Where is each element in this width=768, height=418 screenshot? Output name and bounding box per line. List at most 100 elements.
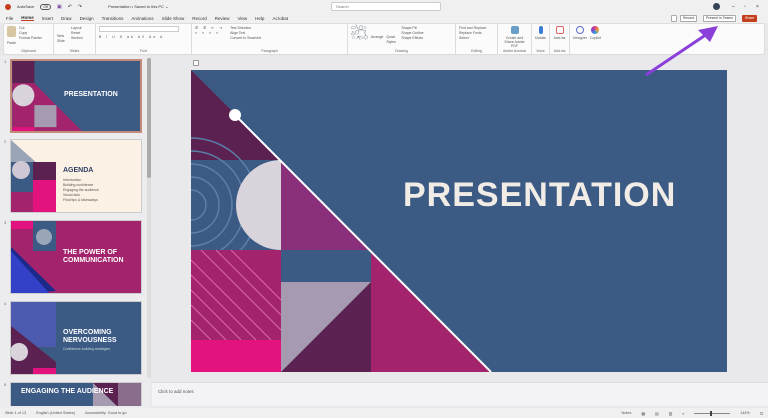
slide-thumb-art — [11, 302, 56, 374]
new-slide-button[interactable]: New Slide — [57, 26, 69, 44]
tab-draw[interactable]: Draw — [61, 16, 72, 21]
annotation-arrow-icon — [645, 26, 718, 77]
autosave-label: AutoSave — [17, 4, 35, 9]
paragraph-group: ☰ ☰ ⇤ ⇥ ≡ ≡ ≡ ≡ Text Direction Align Text C… — [192, 24, 348, 54]
acrobat-label: Adobe Acrobat — [503, 49, 526, 53]
font-label: Font — [139, 49, 147, 53]
slide-number: 4 — [4, 301, 7, 306]
designer-group: Designer Copilot — [570, 24, 606, 54]
slide-sorter-icon[interactable]: ▤ — [655, 411, 659, 416]
slides-group: New Slide Layout Reset Section Slides — [54, 24, 96, 54]
font-name-select[interactable] — [99, 26, 179, 32]
designer-icon — [576, 26, 584, 34]
slideshow-icon[interactable]: ▿ — [682, 411, 684, 416]
add-ins-button[interactable]: Add-ins — [553, 36, 566, 41]
adobe-pdf-icon — [510, 26, 519, 34]
drawing-label: Drawing — [395, 49, 408, 53]
tab-transitions[interactable]: Transitions — [102, 16, 124, 21]
paragraph-label: Paragraph — [261, 49, 278, 53]
slide-title[interactable]: PRESENTATION — [403, 176, 676, 215]
thumb-title: AGENDA — [63, 167, 94, 174]
slide-counter: Slide 1 of 13 — [5, 411, 27, 415]
tab-insert[interactable]: Insert — [42, 16, 53, 21]
thumb-title: THE POWER OF COMMUNICATION — [63, 249, 124, 264]
tab-home[interactable]: Home — [21, 15, 34, 21]
convert-smartart-button[interactable]: Convert to SmartArt — [230, 36, 261, 41]
drawing-group: ▭╲▢○ △⬠⌒{☆↗▷⬡ Arrange Quick Styles Shape … — [348, 24, 456, 54]
main-slide[interactable]: PRESENTATION — [123, 70, 727, 373]
zoom-slider[interactable] — [694, 410, 731, 416]
select-button[interactable]: Select — [459, 36, 494, 41]
voice-label: Voice — [536, 49, 545, 53]
tab-view[interactable]: View — [237, 16, 247, 21]
tab-design[interactable]: Design — [80, 16, 94, 21]
copilot-button[interactable]: Copilot — [590, 36, 601, 41]
thumb-subtitle: Confidence-building strategies — [63, 347, 111, 351]
share-button[interactable]: Share — [742, 15, 758, 22]
fit-to-window-icon[interactable]: ⊡ — [760, 411, 763, 416]
arrange-button[interactable]: Arrange — [371, 26, 383, 45]
font-format-buttons[interactable]: B I U S ab AV Aa A — [99, 35, 188, 40]
tab-record[interactable]: Record — [192, 16, 207, 21]
dictate-button[interactable]: Dictate — [535, 36, 546, 41]
create-share-pdf-button[interactable]: Create and Share Adobe PDF — [501, 36, 528, 48]
quick-styles-button[interactable]: Quick Styles — [386, 26, 398, 45]
editing-label: Editing — [471, 49, 482, 53]
designer-button[interactable]: Designer — [573, 36, 587, 41]
section-button[interactable]: Section — [71, 36, 83, 41]
slide-number: 1 — [4, 59, 7, 64]
notes-toggle-button[interactable]: Notes — [621, 411, 631, 415]
restore-icon[interactable]: ▫ — [744, 4, 746, 10]
shapes-gallery[interactable]: ▭╲▢○ △⬠⌒{☆↗▷⬡ — [351, 26, 368, 45]
tab-help[interactable]: Help — [255, 16, 264, 21]
tab-slide-show[interactable]: Slide Show — [162, 16, 185, 21]
language-indicator[interactable]: English (United States) — [36, 411, 75, 415]
save-icon[interactable]: ▣ — [57, 4, 62, 10]
avatar[interactable] — [713, 3, 720, 10]
agenda-item: Final tips & takeaways — [63, 198, 98, 202]
slide-number: 3 — [4, 220, 7, 225]
tab-animations[interactable]: Animations — [131, 16, 153, 21]
notes-input[interactable]: Click to add notes — [152, 382, 768, 406]
addins-label: Add-ins — [553, 49, 566, 53]
status-bar: Slide 1 of 13 English (United States) Ac… — [0, 408, 768, 418]
add-ins-icon — [555, 26, 564, 34]
accessibility-status[interactable]: Accessibility: Good to go — [85, 411, 127, 415]
paste-button[interactable]: Paste — [7, 41, 50, 46]
undo-icon[interactable]: ↶ — [68, 4, 72, 10]
thumbnails-scrollbar[interactable] — [147, 58, 151, 378]
slide-thumbnail-3[interactable]: THE POWER OF COMMUNICATION — [10, 220, 142, 294]
slide-thumbnails-pane: 1 PRESENTATION 2 AGENDA Introduction Buil… — [0, 56, 150, 408]
tab-review[interactable]: Review — [215, 16, 230, 21]
normal-view-icon[interactable]: ▦ — [641, 411, 645, 416]
format-painter-button[interactable]: Format Painter — [19, 36, 42, 41]
zoom-level[interactable]: 144% — [740, 411, 750, 415]
editing-group: Find and Replace Replace Fonts Select Edit… — [456, 24, 498, 54]
slide-thumbnail-5[interactable]: ENGAGING THE AUDIENCE — [10, 382, 142, 406]
search-input[interactable]: Search — [331, 2, 441, 11]
clipboard-group: Cut Copy Format Painter Paste Clipboard — [4, 24, 54, 54]
acrobat-group: Create and Share Adobe PDF Adobe Acrobat — [498, 24, 532, 54]
slide-thumbnail-1[interactable]: PRESENTATION — [10, 59, 142, 133]
slide-artwork — [123, 70, 727, 373]
redo-icon[interactable]: ↷ — [78, 4, 82, 10]
font-group: B I U S ab AV Aa A Font — [96, 24, 192, 54]
shape-effects-button[interactable]: Shape Effects — [401, 36, 423, 41]
reading-view-icon[interactable]: ▥ — [669, 411, 673, 416]
slide-thumbnail-4[interactable]: OVERCOMING NERVOUSNESS Confidence-buildi… — [10, 301, 142, 375]
agenda-list: Introduction Building confidence Engaging … — [63, 178, 99, 203]
paragraph-buttons[interactable]: ☰ ☰ ⇤ ⇥ ≡ ≡ ≡ ≡ — [195, 26, 224, 41]
tab-acrobat[interactable]: Acrobat — [272, 16, 288, 21]
voice-group: Dictate Voice — [532, 24, 550, 54]
close-icon[interactable]: × — [756, 4, 759, 10]
slide-number: 5 — [4, 382, 7, 387]
slide-thumb-art — [11, 140, 56, 212]
slide-options-icon[interactable] — [193, 60, 199, 66]
slide-thumbnail-2[interactable]: AGENDA Introduction Building confidence En… — [10, 139, 142, 213]
minimize-icon[interactable]: – — [732, 4, 735, 10]
tab-file[interactable]: File — [6, 16, 13, 21]
paste-icon[interactable] — [7, 26, 16, 37]
document-title[interactable]: Presentation • Saved to this PC ⌄ — [108, 4, 168, 9]
slide-thumb-art — [11, 221, 56, 293]
autosave-toggle[interactable]: Off — [40, 3, 51, 10]
